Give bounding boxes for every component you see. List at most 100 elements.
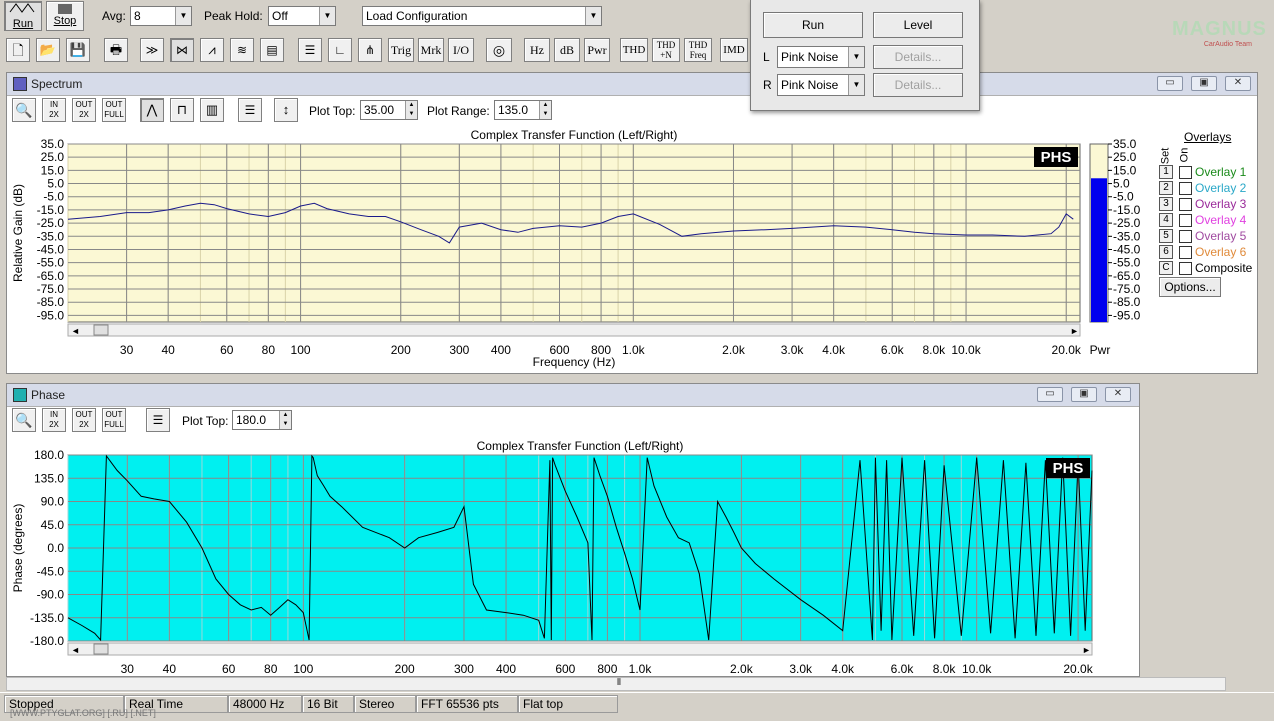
open-file-button[interactable]: 📂	[36, 38, 60, 62]
mrk-button[interactable]: Mrk	[418, 38, 444, 62]
spin-icon[interactable]: ▲ ▼	[405, 101, 417, 119]
zoom-out-2x-button[interactable]: OUT 2X	[72, 408, 96, 432]
octave-mode-button[interactable]: ▥	[200, 98, 224, 122]
run-button[interactable]: Run	[4, 1, 42, 31]
zoom-in-2x-button[interactable]: IN 2X	[42, 98, 66, 122]
generator-button[interactable]: ◎	[486, 38, 512, 62]
ramp-button[interactable]: ⩘	[200, 38, 224, 62]
level-meter-label: -75.0	[1113, 282, 1141, 296]
phase-plot-top-input[interactable]: 180.0 ▲ ▼	[232, 410, 292, 430]
overlay-checkbox[interactable]	[1179, 166, 1192, 179]
phs-badge: PHS	[1046, 458, 1090, 478]
zoom-full-button[interactable]: OUT FULL	[102, 408, 126, 432]
minimize-button[interactable]: ▭	[1157, 76, 1183, 91]
spin-icon[interactable]: ▲ ▼	[279, 411, 291, 429]
pwr-button[interactable]: Pwr	[584, 38, 610, 62]
new-file-button[interactable]: 🗋	[6, 38, 30, 62]
zoom-in-2x-button[interactable]: IN 2X	[42, 408, 66, 432]
trig-button[interactable]: Trig	[388, 38, 414, 62]
stop-button[interactable]: Stop	[46, 1, 84, 31]
overlay-checkbox[interactable]	[1179, 246, 1192, 259]
bar-mode-button[interactable]: ⊓	[170, 98, 194, 122]
chart-title: Complex Transfer Function (Left/Right)	[477, 439, 684, 453]
overlay-checkbox[interactable]	[1179, 214, 1192, 227]
plot-range-label: Plot Range:	[427, 104, 490, 118]
phase-list-button[interactable]: ☰	[146, 408, 170, 432]
level-meter-label: -95.0	[1113, 308, 1141, 322]
overlay-checkbox[interactable]	[1179, 198, 1192, 211]
axis-icon: ∟	[334, 43, 346, 57]
y-axis-label: Phase (degrees)	[11, 504, 25, 593]
spectrogram-button[interactable]: ▤	[260, 38, 284, 62]
zoom-full-button[interactable]: OUT FULL	[102, 98, 126, 122]
scope-button[interactable]: ⋔	[358, 38, 382, 62]
spin-icon[interactable]: ▲ ▼	[539, 101, 551, 119]
x-tick-label: 6.0k	[881, 343, 905, 357]
right-signal-select[interactable]: Pink Noise ▼	[777, 74, 865, 96]
transfer-function-button[interactable]: ⋈	[170, 38, 194, 62]
range-icon: ↕	[282, 102, 290, 117]
line-mode-button[interactable]: ⋀	[140, 98, 164, 122]
zoom-out-2x-button[interactable]: OUT 2X	[72, 98, 96, 122]
overlay-checkbox[interactable]	[1179, 182, 1192, 195]
filter-button[interactable]: ≫	[140, 38, 164, 62]
configuration-value: Load Configuration	[366, 9, 468, 23]
zoom-in-top-label: IN	[50, 410, 58, 419]
print-button[interactable]: 🖶	[104, 38, 128, 62]
spectrum-list-button[interactable]: ☰	[238, 98, 262, 122]
peak-hold-select[interactable]: Off ▼	[268, 6, 336, 26]
left-details-label: Details...	[894, 50, 942, 64]
chevron-down-icon: ▼	[848, 75, 864, 95]
plot-top-input[interactable]: 35.00 ▲ ▼	[360, 100, 418, 120]
overlay-checkbox[interactable]	[1179, 230, 1192, 243]
view-list-button[interactable]: ☰	[298, 38, 322, 62]
overlay-checkbox[interactable]	[1179, 262, 1192, 275]
options-button[interactable]: Options...	[1159, 277, 1221, 297]
left-channel-label: L	[763, 50, 770, 64]
zoom-full-bottom-label: FULL	[104, 420, 124, 429]
phase-title-bar[interactable]: Phase ▭ ▣ ✕	[7, 384, 1139, 407]
zoom-full-bottom-label: FULL	[104, 110, 124, 119]
avg-select[interactable]: 8 ▼	[130, 6, 192, 26]
right-details-button[interactable]: Details...	[873, 73, 963, 97]
y-tick-label: 15.0	[41, 163, 65, 177]
zoom-button[interactable]: 🔍	[12, 408, 36, 432]
generator-run-button[interactable]: Run	[763, 12, 863, 38]
close-button[interactable]: ✕	[1105, 387, 1131, 402]
y-tick-label: -135.0	[30, 611, 64, 625]
spectrum-title-bar[interactable]: Spectrum ▭ ▣ ✕	[7, 73, 1257, 96]
thd-freq-button[interactable]: THD Freq	[684, 38, 712, 62]
left-details-button[interactable]: Details...	[873, 45, 963, 69]
folder-icon: 📂	[39, 42, 57, 57]
level-meter-label: -25.0	[1113, 216, 1141, 230]
y-tick-label: -5.0	[43, 190, 64, 204]
y-tick-label: 25.0	[41, 150, 65, 164]
db-button[interactable]: dB	[554, 38, 580, 62]
imd-button[interactable]: IMD	[720, 38, 748, 62]
axis-button[interactable]: ∟	[328, 38, 352, 62]
zoom-button[interactable]: 🔍	[12, 98, 36, 122]
waterfall-button[interactable]: ≋	[230, 38, 254, 62]
thd-freq-top: THD	[688, 40, 708, 50]
generator-run-label: Run	[801, 18, 824, 32]
io-button[interactable]: I/O	[448, 38, 474, 62]
configuration-select[interactable]: Load Configuration ▼	[362, 6, 602, 26]
minimize-button[interactable]: ▭	[1037, 387, 1063, 402]
x-tick-label: 1.0k	[622, 343, 646, 357]
x-scroll-thumb	[93, 643, 109, 655]
thd-n-button[interactable]: THD +N	[652, 38, 680, 62]
close-button[interactable]: ✕	[1225, 76, 1251, 91]
ramp-icon: ⩘	[208, 42, 216, 57]
generator-level-button[interactable]: Level	[873, 12, 963, 38]
thd-button[interactable]: THD	[620, 38, 648, 62]
maximize-button[interactable]: ▣	[1191, 76, 1217, 91]
x-tick-label: 40	[161, 343, 175, 357]
plot-range-input[interactable]: 135.0 ▲ ▼	[494, 100, 552, 120]
bar-plot-icon: ⊓	[176, 102, 188, 117]
save-file-button[interactable]: 💾	[66, 38, 90, 62]
range-button[interactable]: ↕	[274, 98, 298, 122]
maximize-button[interactable]: ▣	[1071, 387, 1097, 402]
left-signal-select[interactable]: Pink Noise ▼	[777, 46, 865, 68]
bottom-scrollbar[interactable]: ⦀	[6, 677, 1226, 691]
hz-button[interactable]: Hz	[524, 38, 550, 62]
